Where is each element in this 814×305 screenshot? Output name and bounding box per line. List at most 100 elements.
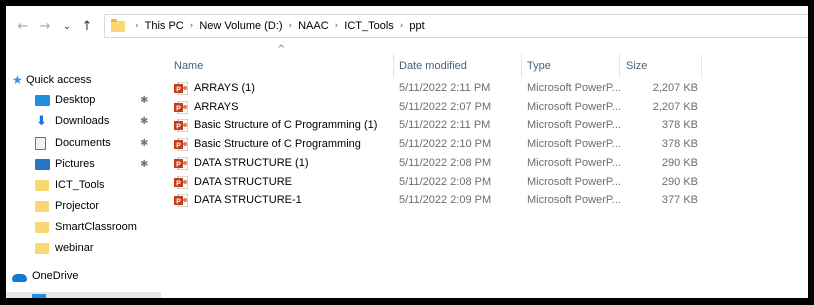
column-header-label: Name — [174, 60, 204, 72]
sidebar-item-label: Downloads — [55, 115, 110, 127]
file-size: 378 KB — [661, 138, 698, 151]
table-row[interactable]: P Basic Structure of C Programming (1) 5/1… — [161, 117, 808, 135]
svg-text:P: P — [176, 105, 181, 112]
file-type: Microsoft PowerP... — [527, 156, 621, 169]
sidebar-item-onedrive[interactable]: OneDrive — [6, 266, 161, 286]
sidebar-item-documents[interactable]: Documents ✱ — [6, 133, 161, 153]
breadcrumb-ict-tools[interactable]: ICT_Tools — [344, 20, 394, 32]
file-size: 2,207 KB — [652, 100, 698, 113]
powerpoint-file-icon: P — [174, 194, 188, 208]
up-arrow-icon: ↑ — [81, 18, 93, 34]
pin-icon: ✱ — [140, 137, 149, 149]
table-row[interactable]: P Basic Structure of C Programming 5/11/20… — [161, 136, 808, 154]
file-name: ARRAYS — [194, 100, 239, 113]
sidebar-item-pictures[interactable]: Pictures ✱ — [6, 154, 161, 174]
date-modified: 5/11/2022 2:11 PM — [399, 82, 491, 94]
column-divider[interactable] — [521, 54, 522, 78]
sidebar-item-desktop[interactable]: Desktop ✱ — [6, 90, 161, 110]
folder-icon — [111, 18, 125, 32]
table-row[interactable]: P DATA STRUCTURE 5/11/2022 2:08 PM Microsof… — [161, 174, 808, 192]
column-header-size[interactable]: Size — [626, 54, 696, 78]
folder-icon — [35, 201, 49, 212]
column-divider[interactable] — [393, 54, 394, 78]
file-name: DATA STRUCTURE-1 — [194, 194, 302, 207]
file-name: DATA STRUCTURE — [194, 175, 292, 188]
pin-icon: ✱ — [140, 115, 149, 127]
date-modified: 5/11/2022 2:07 PM — [399, 100, 492, 113]
file-explorer-window: ← → ⌄ ↑ › This PC › New Volume (D:) › NA… — [6, 6, 808, 298]
folder-icon — [35, 222, 49, 233]
column-divider[interactable] — [701, 54, 702, 78]
breadcrumb-separator[interactable]: › — [288, 21, 292, 31]
back-button[interactable]: ← — [16, 18, 30, 34]
pictures-icon — [35, 158, 50, 170]
file-type: Microsoft PowerP... — [527, 175, 621, 188]
pin-icon: ✱ — [140, 158, 149, 170]
sidebar-item-label: Pictures — [55, 158, 95, 170]
powerpoint-file-icon: P — [174, 138, 188, 152]
sidebar-item-projector[interactable]: Projector — [6, 196, 161, 216]
file-size: 2,207 KB — [652, 82, 698, 94]
file-size: 378 KB — [661, 119, 698, 132]
file-type: Microsoft PowerP... — [527, 82, 621, 94]
documents-icon — [35, 136, 46, 150]
address-toolbar: ← → ⌄ ↑ › This PC › New Volume (D:) › NA… — [6, 6, 808, 44]
file-name: ARRAYS (1) — [194, 82, 255, 94]
file-name: Basic Structure of C Programming — [194, 138, 361, 151]
svg-text:P: P — [176, 161, 181, 168]
up-button[interactable]: ↑ — [80, 18, 94, 34]
chevron-down-icon: ⌄ — [62, 20, 72, 32]
sidebar-item-webinar[interactable]: webinar — [6, 238, 161, 258]
recent-locations-button[interactable]: ⌄ — [60, 18, 74, 34]
table-row[interactable]: P DATA STRUCTURE-1 5/11/2022 2:09 PM Micros… — [161, 192, 808, 210]
breadcrumb-this-pc[interactable]: This PC — [145, 20, 184, 32]
sidebar-item-this-pc-partial[interactable] — [6, 292, 161, 298]
breadcrumb-separator[interactable]: › — [335, 21, 339, 31]
file-name: Basic Structure of C Programming (1) — [194, 119, 378, 132]
powerpoint-file-icon: P — [174, 119, 188, 133]
pin-icon: ✱ — [140, 94, 149, 106]
file-name: DATA STRUCTURE (1) — [194, 156, 309, 169]
file-size: 290 KB — [661, 156, 698, 169]
breadcrumb-separator[interactable]: › — [190, 21, 194, 31]
sidebar-item-downloads[interactable]: ⬇ Downloads ✱ — [6, 111, 161, 131]
sidebar-item-label: OneDrive — [32, 270, 79, 282]
address-bar[interactable]: › This PC › New Volume (D:) › NAAC › ICT… — [104, 14, 808, 38]
forward-button[interactable]: → — [38, 18, 52, 34]
svg-text:P: P — [176, 180, 181, 187]
sidebar-item-smartclassroom[interactable]: SmartClassroom — [6, 217, 161, 237]
breadcrumb-naac[interactable]: NAAC — [298, 20, 329, 32]
desktop-icon — [35, 94, 50, 106]
table-row[interactable]: P DATA STRUCTURE (1) 5/11/2022 2:08 PM Micr… — [161, 155, 808, 173]
breadcrumb-separator: › — [135, 21, 139, 31]
back-arrow-icon: ← — [17, 18, 29, 34]
file-list: ^ Name Date modified Type Size P ARRAYS (… — [161, 44, 808, 298]
powerpoint-file-icon: P — [174, 175, 188, 189]
folder-icon — [35, 243, 49, 254]
breadcrumb-ppt[interactable]: ppt — [409, 20, 424, 32]
breadcrumb-separator[interactable]: › — [400, 21, 404, 31]
sidebar-item-ict-tools[interactable]: ICT_Tools — [6, 175, 161, 195]
sidebar-item-label: Projector — [55, 200, 100, 212]
date-modified: 5/11/2022 2:08 PM — [399, 175, 492, 188]
column-header-label: Date modified — [399, 60, 467, 72]
table-row[interactable]: P ARRAYS (1) 5/11/2022 2:11 PM Microsoft Po… — [161, 80, 808, 98]
column-header-name[interactable]: Name — [174, 54, 384, 78]
sidebar-item-label: Desktop — [55, 94, 96, 106]
date-modified: 5/11/2022 2:08 PM — [399, 156, 492, 169]
column-header-date[interactable]: Date modified — [399, 54, 519, 78]
sidebar-item-label: webinar — [55, 242, 94, 254]
column-header-type[interactable]: Type — [527, 54, 617, 78]
column-divider[interactable] — [619, 54, 620, 78]
sidebar-item-label: Quick access — [26, 74, 92, 86]
sidebar-item-label: ICT_Tools — [55, 179, 105, 191]
date-modified: 5/11/2022 2:11 PM — [399, 119, 491, 132]
sidebar-item-quick-access[interactable]: ★ Quick access — [6, 70, 161, 90]
file-type: Microsoft PowerP... — [527, 119, 621, 132]
navigation-pane: ★ Quick access Desktop ✱ ⬇ Downloads ✱ D… — [6, 44, 161, 298]
breadcrumb-new-volume[interactable]: New Volume (D:) — [199, 20, 282, 32]
file-type: Microsoft PowerP... — [527, 194, 621, 207]
forward-arrow-icon: → — [39, 18, 51, 34]
table-row[interactable]: P ARRAYS 5/11/2022 2:07 PM Microsoft PowerP… — [161, 99, 808, 117]
powerpoint-file-icon: P — [174, 82, 188, 95]
